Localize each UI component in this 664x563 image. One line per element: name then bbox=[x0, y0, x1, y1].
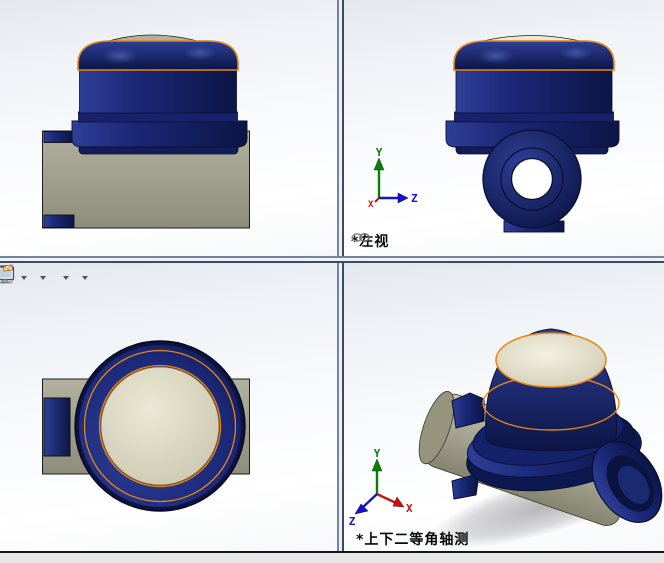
z-axis-label: Z bbox=[349, 515, 356, 528]
dome-highlight bbox=[184, 46, 216, 60]
cap-cylinder bbox=[455, 68, 613, 114]
x-axis-arrow bbox=[392, 496, 405, 508]
top-view-canvas[interactable] bbox=[0, 263, 337, 551]
tab-bottom bbox=[451, 474, 479, 500]
front-view-model[interactable] bbox=[42, 34, 250, 229]
x-axis-label: X bbox=[406, 502, 413, 515]
edit-appearance-button[interactable] bbox=[0, 265, 54, 291]
x-axis-label: X bbox=[368, 200, 374, 210]
view-name-text: *上下二等角轴测 bbox=[356, 532, 470, 548]
dome-highlight bbox=[478, 48, 514, 64]
hide-show-items-dropdown-caret[interactable] bbox=[40, 276, 46, 280]
dome-highlight bbox=[102, 48, 138, 64]
top-view-model[interactable] bbox=[42, 340, 250, 512]
apply-scene-dropdown-caret[interactable] bbox=[63, 276, 69, 280]
view-orientation-label: *上下二等角轴测 bbox=[356, 529, 469, 549]
viewport-front-view[interactable] bbox=[0, 0, 337, 256]
view-settings-button[interactable] bbox=[0, 264, 77, 291]
cap-flange bbox=[71, 120, 248, 148]
tab-top bbox=[43, 131, 73, 143]
orientation-triad: Y Z X bbox=[368, 146, 418, 210]
linked-view-chain-icon bbox=[351, 233, 370, 242]
hide-show-items-button[interactable] bbox=[0, 265, 35, 291]
status-bar bbox=[0, 551, 664, 563]
tab bbox=[43, 397, 71, 457]
y-axis-arrow bbox=[371, 458, 383, 472]
dimetric-model[interactable] bbox=[412, 328, 664, 551]
left-view-canvas[interactable]: Y Z X bbox=[344, 0, 664, 256]
dimetric-view-canvas[interactable]: Y X Z bbox=[344, 263, 664, 551]
viewport-left-view[interactable]: Y Z X *左视 bbox=[344, 0, 664, 256]
orientation-triad: Y X Z bbox=[349, 447, 413, 528]
view-settings-dropdown-caret[interactable] bbox=[82, 276, 88, 280]
viewport-splitter-vertical[interactable] bbox=[337, 0, 344, 551]
left-view-model[interactable] bbox=[445, 35, 620, 233]
tab-bottom bbox=[43, 214, 75, 228]
z-axis-arrow bbox=[397, 192, 409, 204]
view-settings-monitor-icon bbox=[0, 264, 15, 283]
z-axis-label: Z bbox=[411, 192, 418, 205]
viewport-top-view[interactable] bbox=[0, 263, 337, 551]
heads-up-view-toolbar bbox=[0, 264, 94, 292]
y-axis-arrow bbox=[373, 157, 385, 171]
viewport-dimetric-view[interactable]: Y X Z *上下二等角轴测 bbox=[344, 263, 664, 551]
dome-highlight bbox=[560, 46, 592, 60]
cap-cylinder bbox=[79, 68, 237, 114]
port-bore bbox=[510, 157, 554, 201]
apply-scene-button[interactable] bbox=[0, 265, 58, 291]
cap-band bbox=[78, 111, 238, 123]
view-orientation-dropdown-caret[interactable] bbox=[21, 276, 27, 280]
solidworks-four-view-window: Y Z X *左视 Y X Z *上下二等角轴测 bbox=[0, 0, 664, 563]
front-view-canvas[interactable] bbox=[0, 0, 337, 256]
y-axis-label: Y bbox=[374, 447, 381, 460]
y-axis-label: Y bbox=[376, 146, 383, 159]
dome-top-face bbox=[100, 366, 220, 486]
dome-top-face bbox=[495, 332, 607, 388]
cap-band bbox=[454, 111, 614, 123]
viewport-splitter-horizontal[interactable] bbox=[0, 256, 664, 263]
view-orientation-label: *左视 bbox=[351, 231, 389, 251]
